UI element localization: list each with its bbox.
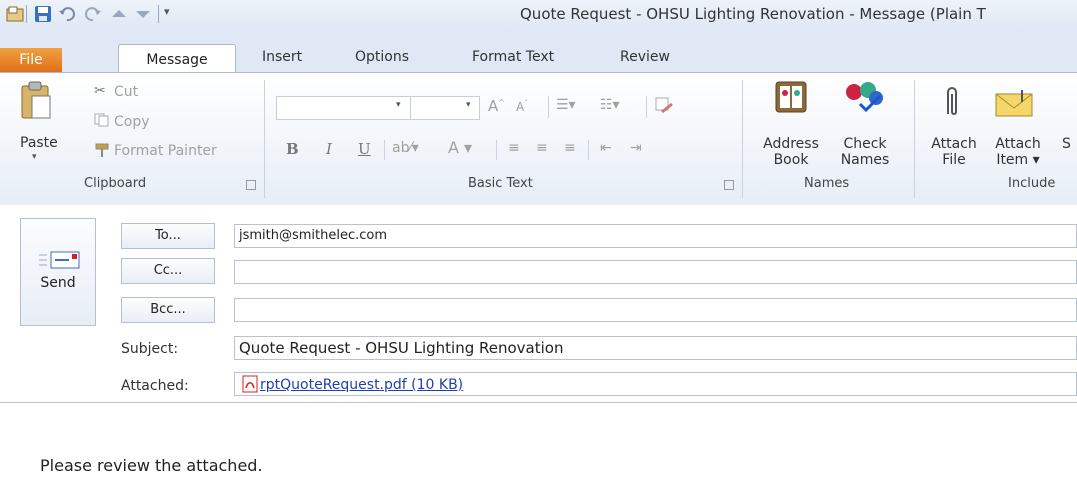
check-names-label-line1: Check xyxy=(843,136,887,152)
signature-button-partial[interactable]: S xyxy=(1062,136,1071,152)
tab-message[interactable]: Message xyxy=(118,44,236,75)
bullets-icon[interactable]: ☰▾ xyxy=(556,97,576,113)
pdf-icon xyxy=(242,375,258,397)
divider xyxy=(384,140,385,160)
font-name-combo[interactable] xyxy=(276,96,412,120)
subject-field[interactable]: Quote Request - OHSU Lighting Renovation xyxy=(234,336,1077,360)
customize-qat-icon[interactable]: ▾ xyxy=(164,5,182,23)
message-body[interactable] xyxy=(0,402,1077,499)
group-separator xyxy=(742,80,743,198)
send-label: Send xyxy=(40,275,76,291)
attach-file-label-line2: File xyxy=(942,152,966,168)
attach-item-button[interactable]: Attach Item ▾ xyxy=(988,136,1048,168)
increase-indent-icon[interactable]: ⇥ xyxy=(630,140,642,156)
paste-icon[interactable] xyxy=(20,80,52,124)
attach-item-envelope-icon[interactable] xyxy=(994,88,1034,122)
font-name-dropdown-icon[interactable]: ▾ xyxy=(396,100,401,110)
scissors-icon: ✂ xyxy=(94,83,106,99)
copy-icon xyxy=(94,113,110,131)
address-book-label-line1: Address xyxy=(763,136,819,152)
attach-item-label-line2: Item ▾ xyxy=(996,152,1040,168)
underline-button[interactable]: U xyxy=(358,140,371,158)
clear-formatting-icon[interactable] xyxy=(654,96,674,120)
redo-icon[interactable] xyxy=(84,5,102,23)
check-names-icon[interactable] xyxy=(842,78,886,118)
divider xyxy=(496,140,497,160)
divider xyxy=(646,96,647,118)
align-center-icon[interactable]: ≡ xyxy=(536,140,548,156)
address-book-label-line2: Book xyxy=(773,152,809,168)
save-icon[interactable] xyxy=(34,5,52,23)
check-names-button[interactable]: Check Names xyxy=(834,136,896,168)
tab-review[interactable]: Review xyxy=(620,49,670,65)
attach-file-button[interactable]: Attach File xyxy=(926,136,982,168)
check-names-label-line2: Names xyxy=(840,152,890,168)
send-button[interactable]: Send xyxy=(20,218,96,326)
tab-file[interactable]: File xyxy=(0,48,62,72)
bcc-button[interactable]: Bcc... xyxy=(121,297,215,323)
paste-dropdown-icon[interactable]: ▾ xyxy=(32,152,37,162)
basic-text-dialog-launcher-icon[interactable] xyxy=(724,180,734,190)
highlight-icon[interactable]: ab⁄▾ xyxy=(392,140,419,156)
to-field[interactable]: jsmith@smithelec.com xyxy=(234,224,1077,248)
grow-font-icon[interactable]: A^ xyxy=(488,97,505,115)
attach-item-label-line1: Attach xyxy=(995,136,1041,152)
names-group-label: Names xyxy=(804,176,850,191)
next-item-icon[interactable] xyxy=(134,5,152,23)
tab-options[interactable]: Options xyxy=(355,49,409,65)
decrease-indent-icon[interactable]: ⇤ xyxy=(600,140,612,156)
attachment-link[interactable]: rptQuoteRequest.pdf (10 KB) xyxy=(260,377,463,393)
group-separator xyxy=(914,80,915,198)
clipboard-group-label: Clipboard xyxy=(84,176,147,191)
message-body-text: Please review the attached. xyxy=(40,456,263,475)
subject-label: Subject: xyxy=(121,341,179,357)
include-group-label: Include xyxy=(1008,176,1056,191)
divider xyxy=(588,140,589,160)
attached-label: Attached: xyxy=(121,378,189,394)
shrink-font-icon[interactable]: Aˇ xyxy=(516,99,528,114)
basic-text-group-label: Basic Text xyxy=(468,176,533,191)
tab-insert[interactable]: Insert xyxy=(262,49,302,65)
group-separator xyxy=(264,80,265,198)
format-painter-icon xyxy=(94,142,110,162)
bcc-field[interactable] xyxy=(234,298,1077,322)
cc-button[interactable]: Cc... xyxy=(121,258,215,284)
paperclip-icon[interactable] xyxy=(942,84,962,124)
align-right-icon[interactable]: ≡ xyxy=(564,140,576,156)
copy-button[interactable]: Copy xyxy=(114,114,150,130)
undo-icon[interactable] xyxy=(58,5,76,23)
outlook-app-icon xyxy=(6,5,24,23)
to-button[interactable]: To... xyxy=(121,223,215,249)
font-color-icon[interactable]: A ▾ xyxy=(448,138,472,157)
format-painter-button[interactable]: Format Painter xyxy=(114,143,217,159)
cut-button[interactable]: Cut xyxy=(114,84,138,100)
numbering-icon[interactable]: ☷▾ xyxy=(600,97,620,113)
tab-format-text[interactable]: Format Text xyxy=(472,49,554,65)
send-envelope-icon xyxy=(39,251,80,269)
attach-file-label-line1: Attach xyxy=(931,136,977,152)
previous-item-icon[interactable] xyxy=(110,5,128,23)
address-book-button[interactable]: Address Book xyxy=(760,136,822,168)
bold-button[interactable]: B xyxy=(286,140,299,158)
address-book-icon[interactable] xyxy=(774,80,808,118)
window-title: Quote Request - OHSU Lighting Renovation… xyxy=(520,5,986,23)
divider xyxy=(548,96,549,118)
italic-button[interactable]: I xyxy=(326,140,332,158)
qat-separator xyxy=(26,5,27,23)
font-size-dropdown-icon[interactable]: ▾ xyxy=(466,100,471,110)
paste-button[interactable]: Paste xyxy=(20,135,58,151)
qat-separator xyxy=(158,5,159,23)
clipboard-dialog-launcher-icon[interactable] xyxy=(246,180,256,190)
align-left-icon[interactable]: ≡ xyxy=(508,140,520,156)
cc-field[interactable] xyxy=(234,260,1077,284)
